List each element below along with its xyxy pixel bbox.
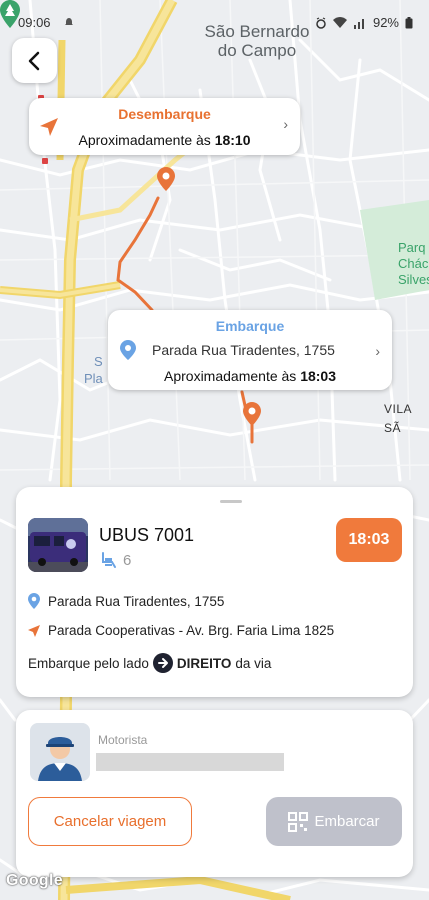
city-label-line-2: do Campo [217,41,297,60]
board-button[interactable]: Embarcar [266,797,402,846]
map-left-label-2: Pla [84,371,103,386]
boarding-title: Embarque [215,318,285,334]
chevron-right-icon: › [283,116,288,132]
park-label-line-1: Parq [398,240,426,255]
chevron-right-icon: › [375,343,380,359]
boarding-side-value: DIREITO [176,655,232,671]
boarding-bubble[interactable]: Embarque Parada Rua Tiradentes, 1755 Apr… [108,310,392,390]
destination-time: Aproximadamente às 18:10 [29,132,300,148]
status-icons: 92% [315,15,413,30]
boarding-side-suffix: da via [235,655,272,671]
destination-time-value: 18:10 [214,132,251,148]
departure-time-badge: 18:03 [336,518,402,562]
destination-arrow-icon [28,624,40,637]
location-pin-icon [120,340,136,360]
destination-title: Desembarque [118,106,211,122]
driver-name-placeholder [96,753,284,771]
driver-label: Motorista [98,733,148,747]
qr-code-icon [288,811,309,832]
bus-photo [28,518,88,572]
boarding-side-prefix: Embarque pelo lado [28,655,149,671]
google-attribution: Google [6,872,63,889]
boarding-time-value: 18:03 [300,368,336,384]
trip-card[interactable]: UBUS 7001 6 18:03 Parada Rua Tiradentes,… [16,487,413,697]
map-park-label: Parq Chác Silves [398,240,429,288]
boarding-map-pin-icon [243,402,261,426]
destination-map-pin-icon [157,167,175,191]
status-time: 09:06 [18,15,51,30]
destination-stop-name: Parada Cooperativas - Av. Brg. Faria Lim… [48,623,335,638]
destination-bubble[interactable]: Desembarque Aproximadamente às 18:10 › [29,98,300,155]
boarding-stop: Parada Rua Tiradentes, 1755 [152,342,335,358]
seat-icon [102,552,116,568]
battery-level: 92% [372,15,399,30]
notification-bell-icon [65,18,73,25]
cancel-trip-button[interactable]: Cancelar viagem [28,797,192,846]
chevron-left-icon [28,51,39,70]
driver-card: Motorista Cancelar viagem Embarcar [16,710,413,877]
board-button-label: Embarcar [314,813,380,830]
boarding-time-prefix: Aproximadamente às [164,368,301,384]
bus-name: UBUS 7001 [99,525,195,545]
status-bar: 09:06 92% [0,0,429,38]
arrow-right-icon [152,653,173,673]
park-label-line-3: Silves [398,272,429,287]
drag-handle[interactable] [220,500,242,503]
destination-stop-row: Parada Cooperativas - Av. Brg. Faria Lim… [28,623,334,638]
back-button[interactable] [12,38,57,83]
boarding-time: Aproximadamente às 18:03 [108,368,392,384]
origin-stop-row: Parada Rua Tiradentes, 1755 [28,593,224,609]
destination-time-prefix: Aproximadamente às [78,132,215,148]
alarm-icon [316,16,326,29]
battery-icon [405,16,413,28]
driver-avatar [30,723,90,781]
origin-pin-icon [28,593,40,609]
seat-count: 6 [123,552,132,569]
wifi-icon [332,16,347,28]
map-district-label: VILA SÃ [384,402,412,435]
signal-icon [353,18,364,29]
park-label-line-2: Chác [398,256,429,271]
boarding-side-row: Embarque pelo lado DIREITO da via [28,653,271,673]
origin-stop-name: Parada Rua Tiradentes, 1755 [48,593,225,609]
